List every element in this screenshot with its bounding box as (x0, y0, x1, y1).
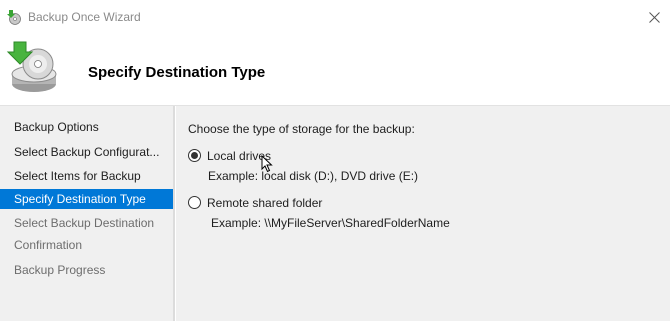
wizard-header: Specify Destination Type (0, 34, 670, 106)
close-icon (648, 11, 660, 23)
title-bar: Backup Once Wizard (0, 0, 670, 34)
remote-shared-folder-label[interactable]: Remote shared folder (207, 196, 322, 210)
wizard-content: Choose the type of storage for the backu… (176, 106, 670, 321)
wizard-steps-sidebar: Backup Options Select Backup Configurat.… (0, 106, 175, 321)
local-drives-example: Example: local disk (D:), DVD drive (E:) (208, 169, 419, 183)
step-confirmation: Confirmation (14, 238, 83, 252)
step-backup-options[interactable]: Backup Options (0, 117, 173, 137)
step-select-backup-destination: Select Backup Destination (14, 216, 155, 230)
step-select-items-for-backup[interactable]: Select Items for Backup (0, 166, 173, 186)
remote-shared-folder-radio[interactable] (188, 196, 201, 209)
backup-disk-icon (6, 41, 57, 92)
step-specify-destination-type[interactable]: Specify Destination Type (0, 189, 173, 209)
backup-wizard-icon (7, 10, 21, 25)
remote-shared-folder-example: Example: \\MyFileServer\SharedFolderName (211, 216, 450, 230)
step-backup-progress: Backup Progress (14, 263, 106, 277)
local-drives-radio[interactable] (188, 149, 201, 162)
page-title: Specify Destination Type (88, 64, 266, 81)
window-title: Backup Once Wizard (28, 10, 141, 24)
storage-type-prompt: Choose the type of storage for the backu… (188, 122, 415, 136)
step-select-backup-configuration[interactable]: Select Backup Configurat... (0, 142, 173, 162)
mouse-cursor-icon (261, 155, 273, 173)
close-button[interactable] (640, 4, 668, 30)
